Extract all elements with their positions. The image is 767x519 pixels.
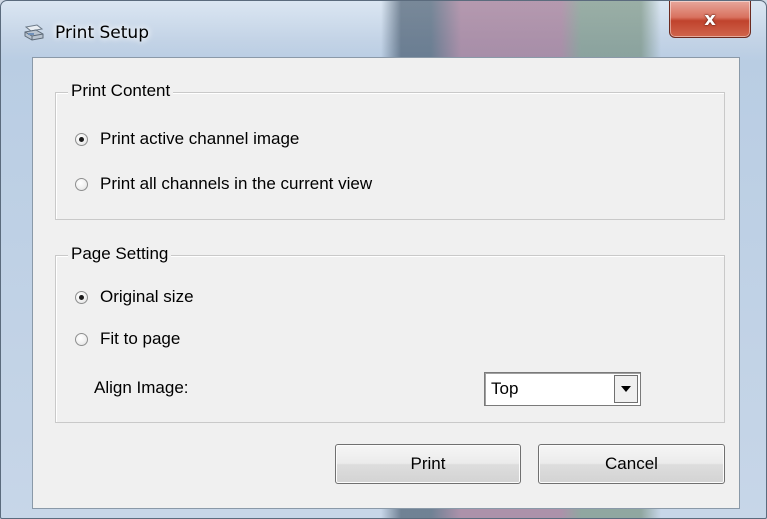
printer-icon bbox=[23, 23, 45, 43]
print-button-label: Print bbox=[410, 454, 446, 473]
close-button[interactable]: x bbox=[669, 1, 751, 38]
radio-label: Original size bbox=[100, 287, 194, 306]
align-image-label: Align Image: bbox=[94, 378, 189, 397]
radio-print-all-channels[interactable]: Print all channels in the current view bbox=[75, 174, 372, 194]
print-content-group-label: Print Content bbox=[68, 81, 174, 101]
radio-label: Print active channel image bbox=[100, 129, 300, 148]
cancel-button-label: Cancel bbox=[605, 454, 658, 473]
dialog-window: Print Setup x Print Content Print active… bbox=[0, 0, 767, 519]
window-title: Print Setup bbox=[55, 23, 149, 43]
radio-label: Print all channels in the current view bbox=[100, 174, 373, 193]
radio-fit-to-page[interactable]: Fit to page bbox=[75, 329, 180, 349]
align-image-value: Top bbox=[491, 379, 519, 398]
radio-button[interactable] bbox=[75, 177, 88, 191]
dialog-client-area: Print Content Print active channel image… bbox=[32, 57, 740, 509]
cancel-button[interactable]: Cancel bbox=[538, 444, 725, 484]
radio-label: Fit to page bbox=[100, 329, 181, 348]
radio-original-size[interactable]: Original size bbox=[75, 287, 194, 307]
radio-print-active-channel[interactable]: Print active channel image bbox=[75, 129, 299, 149]
radio-button[interactable] bbox=[75, 290, 88, 304]
title-bar[interactable]: Print Setup x bbox=[1, 1, 767, 57]
radio-button[interactable] bbox=[75, 132, 88, 146]
close-icon: x bbox=[704, 8, 716, 30]
page-setting-group-label: Page Setting bbox=[68, 244, 172, 264]
radio-button[interactable] bbox=[75, 332, 88, 346]
chevron-down-icon[interactable] bbox=[614, 375, 638, 403]
print-button[interactable]: Print bbox=[335, 444, 521, 484]
align-image-select[interactable]: Top bbox=[484, 372, 641, 406]
print-content-group: Print Content bbox=[55, 81, 725, 220]
